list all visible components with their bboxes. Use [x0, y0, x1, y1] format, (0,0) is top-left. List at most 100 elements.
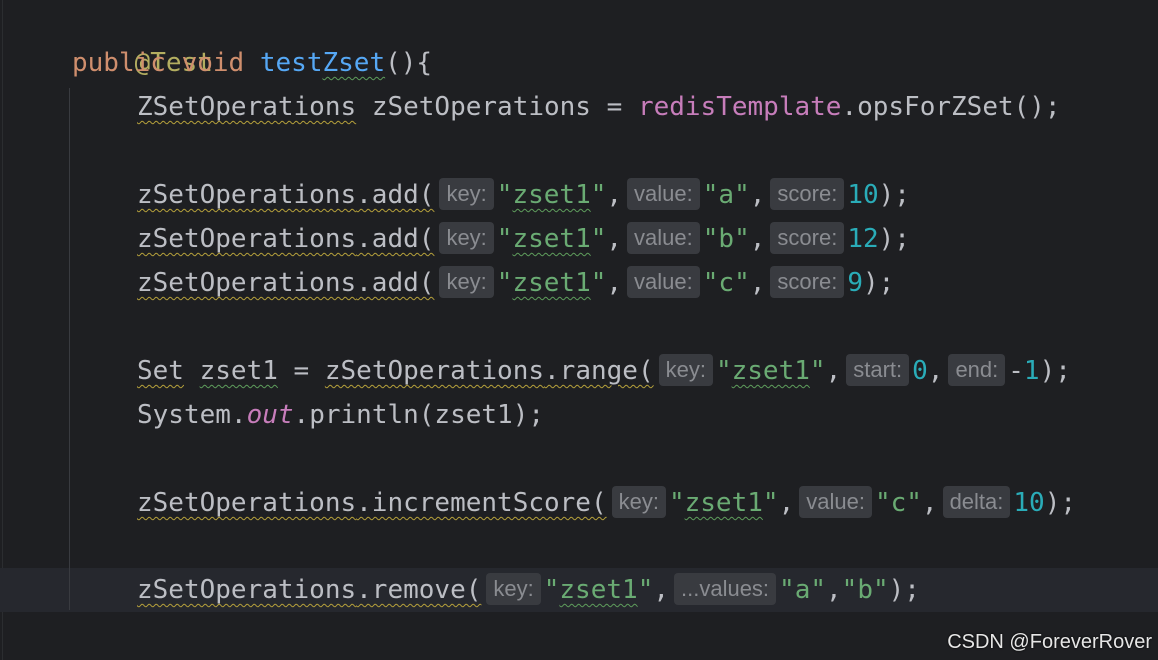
add-call: zSetOperations.add( — [137, 180, 434, 210]
inlay-hint-value: value: — [799, 486, 872, 518]
minus-sign: - — [1008, 356, 1024, 386]
close-paren: ); — [878, 180, 910, 210]
inlay-hint-score: score: — [770, 266, 845, 298]
comma: , — [749, 268, 766, 298]
string-literal: "zset1" — [543, 575, 654, 605]
string-value-b: "b" — [841, 575, 889, 605]
comma: , — [749, 180, 766, 210]
code-line-println[interactable]: System.out.println(zset1); — [137, 393, 544, 437]
code-line-closing-brace[interactable]: } — [72, 612, 150, 656]
code-line-add-c[interactable]: zSetOperations.add(key: "zset1", value: "c"… — [137, 261, 894, 305]
code-line-remove[interactable]: zSetOperations.remove(key: "zset1", ...val… — [137, 568, 920, 612]
string-zset1: zset1 — [731, 356, 810, 386]
inlay-hint-score: score: — [770, 178, 845, 210]
inlay-hint-key: key: — [439, 266, 494, 298]
comma: , — [606, 180, 623, 210]
receiver: zSetOperations — [137, 224, 357, 254]
number-score: 9 — [847, 268, 863, 298]
variable-zset1: zset1 — [199, 356, 278, 386]
code-line-increment-score[interactable]: zSetOperations.incrementScore(key: "zset1… — [137, 481, 1076, 525]
inlay-hint-value: value: — [627, 178, 700, 210]
string-member: "c" — [702, 268, 750, 298]
comma: , — [749, 224, 766, 254]
number-start: 0 — [912, 356, 928, 386]
receiver: zSetOperations — [324, 356, 545, 386]
remove-call: zSetOperations.remove( — [137, 575, 481, 605]
add-call: zSetOperations.add( — [137, 224, 434, 254]
variable-zsetoperations: zSetOperations — [371, 92, 591, 122]
receiver: zSetOperations — [137, 180, 357, 210]
method-name: testZset — [260, 48, 385, 78]
inlay-hint-value: value: — [627, 222, 700, 254]
code-line-range[interactable]: Set zset1 = zSetOperations.range(key: "zs… — [137, 349, 1071, 393]
comma: , — [927, 356, 944, 386]
inlay-hint-key: key: — [439, 222, 494, 254]
method-name-suffix: Zset — [322, 48, 386, 78]
number-delta: 10 — [1013, 488, 1045, 518]
keyword-void: void — [181, 48, 245, 78]
string-literal: "zset1" — [668, 488, 779, 518]
code-editor[interactable]: @Test public void testZset(){ ZSetOperat… — [0, 0, 1158, 660]
type-set: Set — [137, 356, 184, 386]
inlay-hint-values: ...values: — [674, 573, 777, 605]
range-call: zSetOperations.range( — [325, 356, 654, 386]
receiver: zSetOperations — [137, 268, 357, 298]
inlay-hint-key: key: — [658, 354, 713, 386]
inlay-hint-key: key: — [611, 486, 666, 518]
receiver: zSetOperations — [137, 488, 357, 518]
add-call: zSetOperations.add( — [137, 268, 434, 298]
inlay-hint-key: key: — [439, 178, 494, 210]
inlay-hint-value: value: — [627, 266, 700, 298]
method-name-prefix: test — [259, 48, 323, 78]
increment-call: zSetOperations.incrementScore( — [137, 488, 607, 518]
string-literal: "zset1" — [496, 224, 607, 254]
comma: , — [606, 268, 623, 298]
string-value-a: "a" — [779, 575, 827, 605]
gutter-border — [2, 0, 3, 660]
code-line-annotation[interactable]: @Test — [72, 0, 213, 78]
method-call: .range( — [544, 356, 654, 386]
indent-guide — [69, 88, 70, 610]
string-zset1: zset1 — [559, 575, 638, 605]
string-literal: "zset1" — [496, 180, 607, 210]
class-system: System. — [137, 400, 247, 430]
code-line-ops-declaration[interactable]: ZSetOperations zSetOperations = redisTem… — [137, 85, 1061, 129]
comma: , — [778, 488, 795, 518]
method-call: .remove( — [356, 575, 482, 605]
code-line-method-signature[interactable]: public void testZset(){ — [72, 41, 432, 85]
string-zset1: zset1 — [512, 180, 591, 210]
string-literal: "zset1" — [715, 356, 826, 386]
receiver: zSetOperations — [137, 575, 357, 605]
string-zset1: zset1 — [512, 224, 591, 254]
assign-operator: = — [590, 92, 638, 122]
inlay-hint-start: start: — [846, 354, 910, 386]
method-call: .add( — [356, 224, 435, 254]
type-zsetoperations: ZSetOperations — [137, 92, 357, 122]
string-zset1: zset1 — [512, 268, 591, 298]
static-field-out: out — [246, 400, 294, 430]
number-score: 10 — [847, 180, 879, 210]
code-line-add-b[interactable]: zSetOperations.add(key: "zset1", value: "b"… — [137, 217, 910, 261]
assign-operator: = — [277, 356, 325, 386]
comma: , — [921, 488, 938, 518]
string-member: "b" — [702, 224, 750, 254]
close-paren: ); — [1044, 488, 1077, 518]
method-call: .add( — [356, 180, 435, 210]
comma: , — [653, 575, 669, 605]
watermark: CSDN @ForeverRover — [947, 631, 1152, 653]
ops-call: .opsForZSet(); — [841, 92, 1061, 122]
string-member: "a" — [702, 180, 750, 210]
println-call: .println(zset1); — [293, 400, 544, 430]
close-paren: ); — [888, 575, 920, 605]
comma: , — [825, 356, 842, 386]
code-line-add-a[interactable]: zSetOperations.add(key: "zset1", value: "a"… — [137, 173, 910, 217]
close-paren: ); — [878, 224, 910, 254]
inlay-hint-end: end: — [948, 354, 1006, 386]
inlay-hint-delta: delta: — [942, 486, 1011, 518]
close-paren: ); — [862, 268, 895, 298]
string-member: "c" — [874, 488, 922, 518]
keyword-public: public — [72, 48, 166, 78]
string-zset1: zset1 — [684, 488, 763, 518]
close-paren: ); — [1039, 356, 1071, 386]
